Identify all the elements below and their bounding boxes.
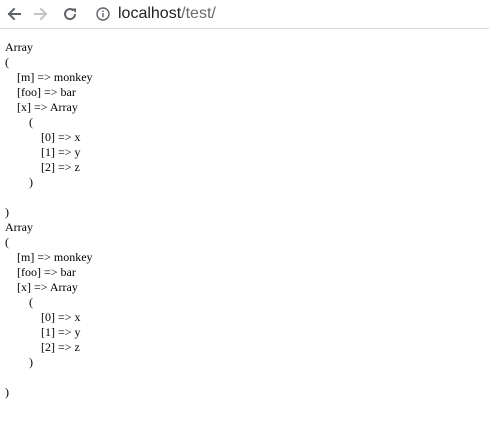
address-bar[interactable]: localhost/test/ — [90, 2, 489, 26]
reload-button[interactable] — [59, 3, 81, 25]
url-path: /test/ — [181, 5, 216, 22]
arrow-right-icon — [34, 7, 48, 21]
info-icon[interactable] — [96, 7, 110, 21]
forward-button[interactable] — [30, 3, 52, 25]
browser-toolbar: localhost/test/ — [0, 0, 489, 29]
reload-icon — [64, 8, 77, 21]
print-r-output: Array ( [m] => monkey [foo] => bar [x] =… — [5, 40, 93, 399]
back-button[interactable] — [3, 3, 25, 25]
url-host: localhost — [118, 5, 182, 22]
url-text: localhost/test/ — [118, 2, 216, 26]
arrow-left-icon — [7, 7, 21, 21]
